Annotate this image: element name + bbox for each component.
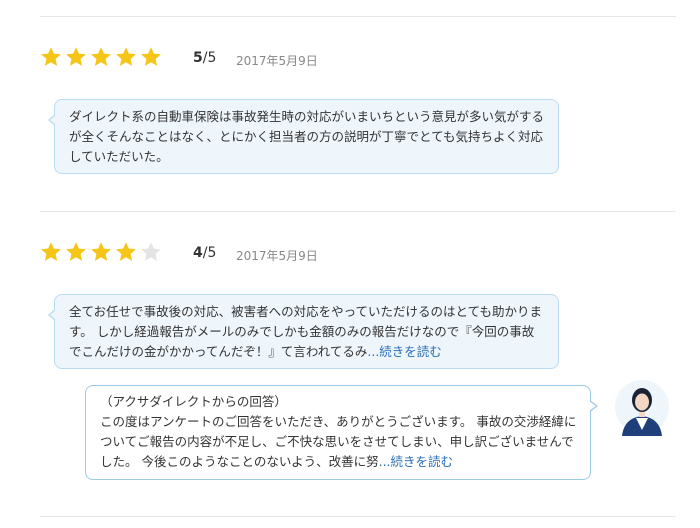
read-more-link[interactable]: ...続きを読む xyxy=(367,344,441,359)
star-filled xyxy=(66,47,86,66)
star-icon xyxy=(116,242,136,261)
score-max: /5 xyxy=(202,50,217,66)
score-max: /5 xyxy=(202,245,217,261)
star-filled xyxy=(91,47,111,66)
star-filled xyxy=(41,242,61,261)
star-icon xyxy=(141,242,161,261)
star-icon xyxy=(41,47,61,66)
avatar-face xyxy=(635,393,649,411)
score-text: 4/5 xyxy=(193,245,216,261)
reply-text: この度はアンケートのご回答をいただき、ありがとうございます。 事故の交渉経緯につ… xyxy=(100,414,577,469)
star-filled xyxy=(91,242,111,261)
star-filled xyxy=(116,47,136,66)
rating-stars xyxy=(40,46,162,68)
score-value: 4 xyxy=(193,245,203,261)
star-filled xyxy=(66,242,86,261)
score-value: 5 xyxy=(193,50,203,66)
review-date: 2017年5月9日 xyxy=(236,249,318,263)
review-date: 2017年5月9日 xyxy=(236,54,318,68)
star-filled xyxy=(141,47,161,66)
star-icon xyxy=(66,242,86,261)
agent-avatar-icon xyxy=(615,380,669,436)
review-comment-text: 全てお任せで事故後の対応、被害者への対応をやっていただけるのはとても助かります。… xyxy=(69,304,543,359)
review-comment-bubble: ダイレクト系の自動車保険は事故発生時の対応がいまいちという意見が多い気がするが全… xyxy=(48,99,559,174)
star-icon xyxy=(41,242,61,261)
score-text: 5/5 xyxy=(193,50,216,66)
reply-read-more-link[interactable]: ...続きを読む xyxy=(379,454,453,469)
divider-top xyxy=(40,16,676,17)
divider xyxy=(40,516,676,517)
star-filled xyxy=(41,47,61,66)
review-comment-text: ダイレクト系の自動車保険は事故発生時の対応がいまいちという意見が多い気がするが全… xyxy=(69,109,545,164)
star-icon xyxy=(116,47,136,66)
star-empty xyxy=(141,242,161,261)
star-filled xyxy=(116,242,136,261)
rating-stars xyxy=(40,241,162,263)
reply-heading: （アクサダイレクトからの回答） xyxy=(100,394,287,409)
star-icon xyxy=(91,47,111,66)
star-icon xyxy=(141,47,161,66)
star-icon xyxy=(66,47,86,66)
company-reply-bubble: （アクサダイレクトからの回答） この度はアンケートのご回答をいただき、ありがとう… xyxy=(85,385,598,480)
review-comment-bubble: 全てお任せで事故後の対応、被害者への対応をやっていただけるのはとても助かります。… xyxy=(48,294,559,369)
divider xyxy=(40,211,676,212)
star-icon xyxy=(91,242,111,261)
